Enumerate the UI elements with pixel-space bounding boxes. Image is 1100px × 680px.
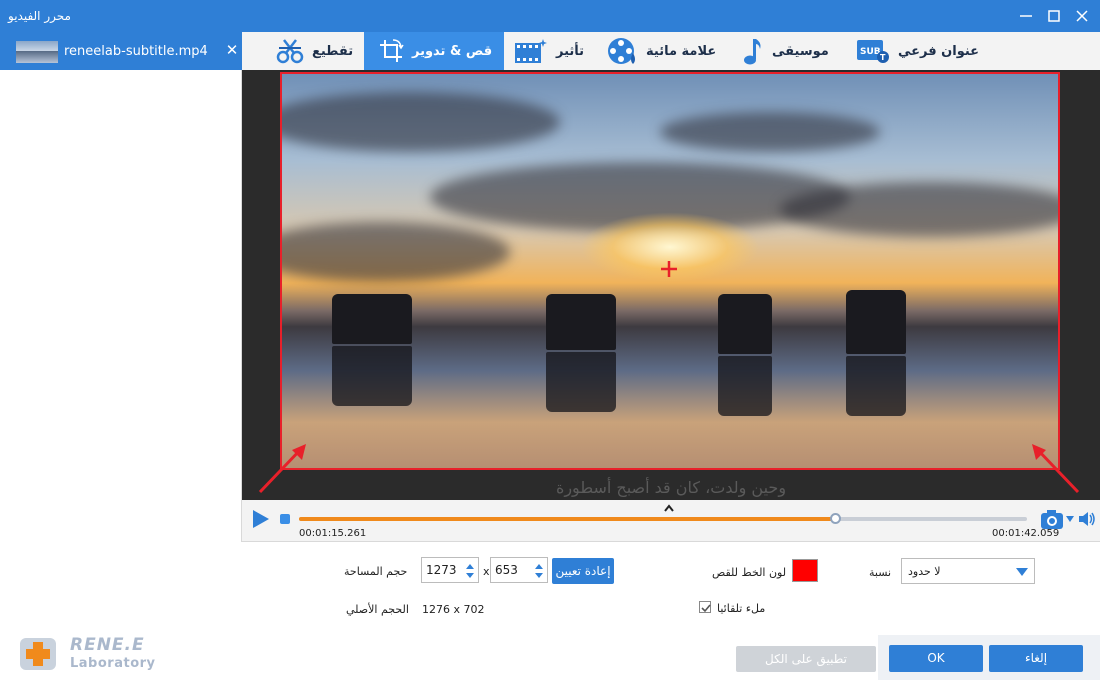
logo-cross-icon [20,638,56,670]
minimize-icon[interactable] [1016,6,1036,26]
close-icon[interactable] [1072,6,1092,26]
height-stepper[interactable]: 653 [490,557,548,583]
tab-subtitle-label: عنوان فرعي [898,43,980,59]
play-icon[interactable] [250,509,270,529]
crop-rotate-icon [380,39,404,62]
tab-watermark-label: علامة مائية [646,43,717,59]
tab-cut[interactable]: تقطيع [276,32,353,70]
tab-cut-label: تقطيع [312,43,354,59]
speaker-icon[interactable] [1078,510,1096,528]
line-color-label: لون الخط للقص [712,566,787,579]
timeline-progress [299,517,836,521]
arrow-icon [258,444,306,494]
tab-effect-label: تأثير [556,43,585,59]
film-effect-icon [515,39,547,63]
tab-music[interactable]: موسيقى [740,32,829,70]
ratio-select[interactable]: لا حدود [901,558,1035,584]
current-time: 00:01:15.261 [299,528,367,539]
tab-effect[interactable]: تأثير [514,32,584,70]
subtitle-icon: SUB T [857,40,889,63]
maximize-icon[interactable] [1044,6,1064,26]
auto-fill-checkbox[interactable] [699,601,711,613]
apply-to-all-button[interactable]: تطبيق على الكل [736,646,876,672]
tab-music-label: موسيقى [772,43,829,59]
original-size-label: الحجم الأصلي [346,603,409,616]
ratio-value: لا حدود [908,565,941,578]
logo-line1: RENE.E [70,635,145,655]
tab-watermark[interactable]: علامة مائية [606,32,716,70]
file-list-panel: reneelab-subtitle.mp4 ✕ [0,32,242,542]
timeline-handle[interactable] [829,513,841,524]
checkmark-icon [701,604,711,613]
tab-subtitle[interactable]: SUB T عنوان فرعي [856,32,979,70]
spin-arrows-icon[interactable] [534,561,544,581]
film-reel-icon [608,38,635,64]
arrow-icon [1032,444,1080,494]
scissors-icon [276,39,304,64]
chevron-up-icon[interactable] [663,503,675,513]
file-tab[interactable]: reneelab-subtitle.mp4 ✕ [0,32,242,70]
music-note-icon [744,39,761,65]
caret-down-icon[interactable] [1066,516,1074,522]
video-preview: وحين ولدت، كان قد أصبح أسطورة [242,70,1100,500]
file-close-icon[interactable]: ✕ [224,41,240,59]
line-color-swatch[interactable] [792,559,818,582]
crop-center-icon[interactable] [660,260,678,278]
rene-logo: RENE.E Laboratory [16,632,166,676]
chevron-down-icon[interactable] [1016,568,1028,576]
tab-crop-rotate-label: قص & تدوير [412,43,493,59]
width-value: 1273 [426,563,457,577]
area-size-label: حجم المساحة [344,565,408,578]
file-name: reneelab-subtitle.mp4 [64,44,208,59]
title-bar: محرر الفيديو [0,0,1100,32]
playback-bar: 00:01:15.261 00:01:42.059 [242,500,1100,542]
window-title: محرر الفيديو [8,9,71,23]
stop-button[interactable] [280,514,290,524]
ratio-label: نسبة [869,566,892,579]
reset-button[interactable]: إعادة تعيين [552,558,614,584]
timeline-track[interactable] [299,513,1027,524]
auto-fill-label: ملء تلقائيا [717,602,766,615]
width-stepper[interactable]: 1273 [421,557,479,583]
tab-crop-rotate[interactable]: قص & تدوير [364,32,504,70]
spin-arrows-icon[interactable] [465,561,475,581]
camera-icon[interactable] [1040,508,1064,530]
cancel-button[interactable]: إلغاء [989,645,1083,672]
ok-button[interactable]: OK [889,645,983,672]
subtitle-overlay: وحين ولدت، كان قد أصبح أسطورة [555,478,787,497]
svg-text:T: T [880,53,886,62]
original-size-value: 1276 x 702 [422,603,485,616]
logo-line2: Laboratory [70,656,156,671]
height-value: 653 [495,563,518,577]
editor-toolbar: SUB T عنوان فرعي موسيقى علامة مائية تأثي… [242,32,1100,70]
times-sign: x [483,565,490,578]
video-thumbnail [16,41,58,63]
